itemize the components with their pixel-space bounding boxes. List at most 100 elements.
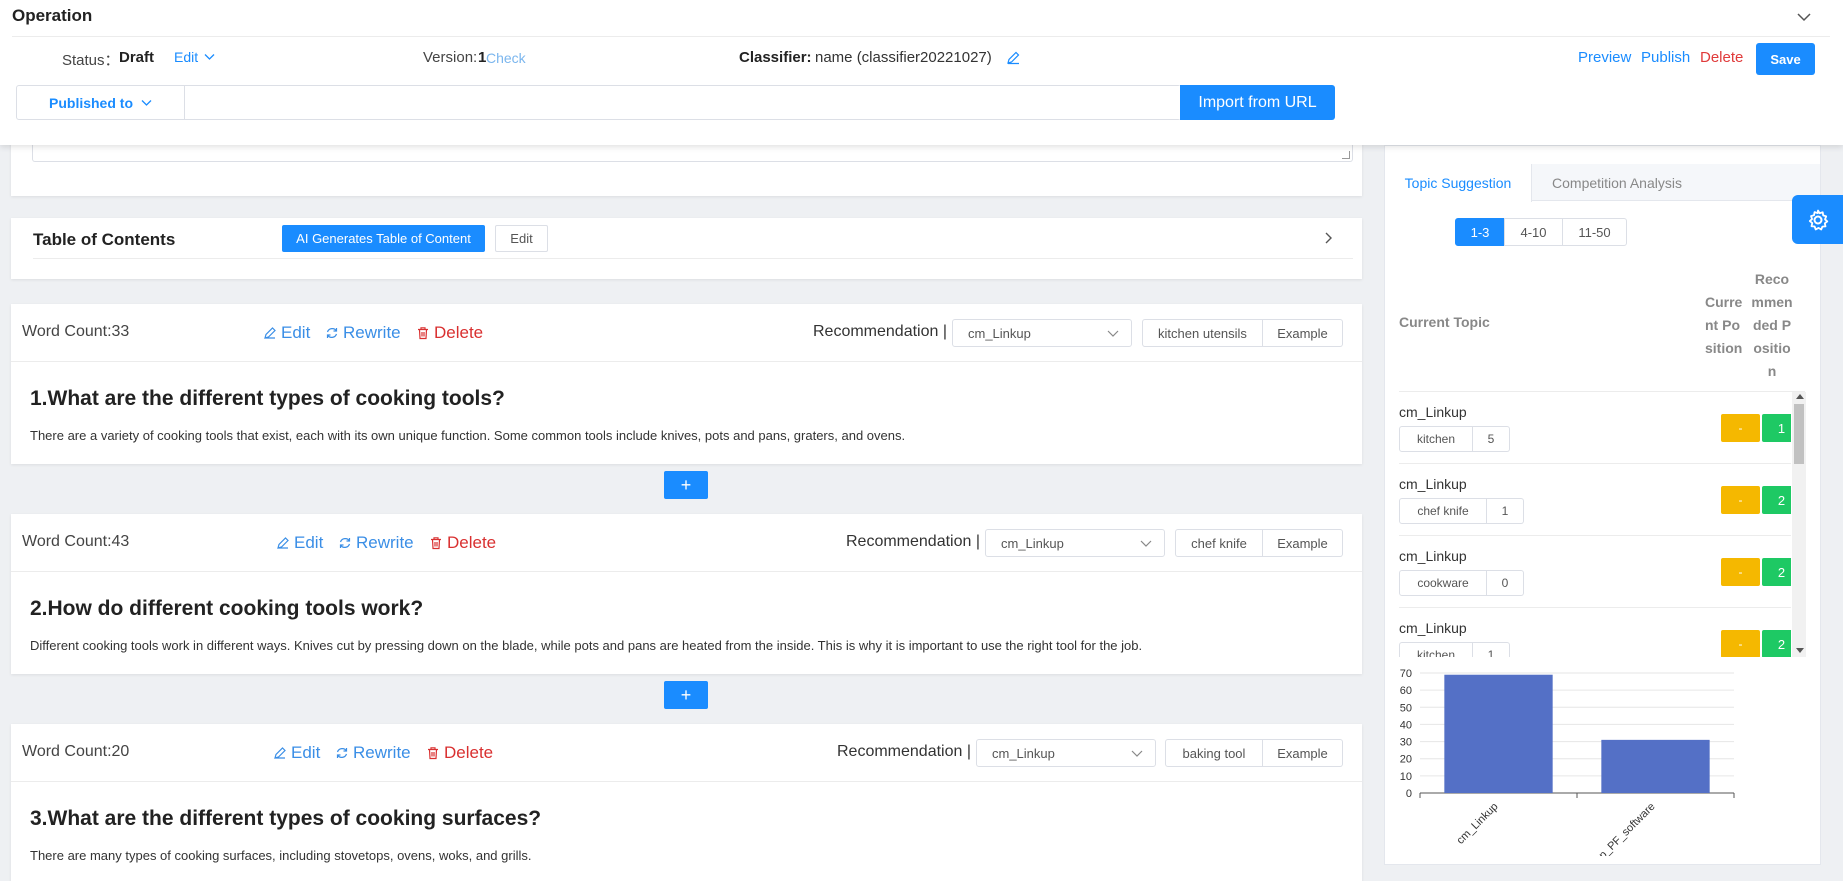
rewrite-button[interactable]: Rewrite [335,743,411,763]
edit-button[interactable]: Edit [263,323,310,343]
ai-generate-toc-button[interactable]: AI Generates Table of Content [282,225,485,252]
chevron-down-icon [204,54,215,60]
delete-button[interactable]: Delete [416,323,483,343]
delete-button[interactable]: Delete [429,533,496,553]
section-card: Word Count:43 Edit Rewrite Delete Recomm… [11,514,1362,674]
topic-count: 5 [1473,426,1510,452]
pen-icon [277,537,289,549]
operation-panel: Operation Status： Draft Edit Version: 1 … [0,0,1843,145]
section-header: Word Count:20 Edit Rewrite Delete Recomm… [11,724,1362,782]
analysis-panel: Topic Suggestion Competition Analysis 1-… [1384,145,1821,865]
published-to-label: Published to [49,94,133,111]
current-position: - [1721,486,1760,514]
pen-icon [264,327,276,339]
word-count: Word Count:33 [22,323,130,340]
section-title: 1.What are the different types of cookin… [30,387,505,410]
y-tick-label: 20 [1400,754,1412,766]
keyword-tag: chef knife [1175,529,1263,557]
rewrite-label: Rewrite [343,323,401,342]
status-edit-label: Edit [174,49,199,65]
edit-button[interactable]: Edit [273,743,320,763]
topic-row: cm_Linkup kitchen 5 - 1 [1399,392,1791,464]
delete-button[interactable]: Delete [426,743,493,763]
pen-icon[interactable] [1006,50,1021,65]
chevron-down-icon [141,99,152,106]
rewrite-label: Rewrite [356,533,414,552]
section-header: Word Count:43 Edit Rewrite Delete Recomm… [11,514,1362,572]
add-section-button[interactable]: + [664,681,708,709]
topic-name: cm_Linkup [1399,476,1467,492]
range-11-50[interactable]: 11-50 [1562,218,1627,246]
rewrite-icon [326,328,338,338]
settings-button[interactable] [1792,195,1843,244]
recommended-position: 2 [1762,630,1791,657]
preview-button[interactable]: Preview [1578,49,1631,66]
rewrite-button[interactable]: Rewrite [325,323,401,343]
recommendation-label: Recommendation | [837,743,971,760]
delete-label: Delete [447,533,497,552]
trash-icon [431,537,441,550]
edit-button[interactable]: Edit [276,533,323,553]
topic-bar-chart: 0 10 20 30 40 50 60 70 cm_Linkup sp_PF_software [1400,668,1735,856]
rewrite-icon [339,538,351,548]
scroll-down-icon[interactable] [1796,648,1804,653]
pen-icon [274,747,286,759]
recommendation-value: cm_Linkup [968,325,1031,341]
example-button[interactable]: Example [1263,529,1343,557]
publish-target-bar: Published to [16,85,1181,120]
tab-competition-analysis[interactable]: Competition Analysis [1532,164,1702,201]
topic-row: cm_Linkup kitchen 1 - 2 [1399,608,1791,657]
chevron-right-icon[interactable] [1321,231,1335,245]
recommendation-select[interactable]: cm_Linkup [976,739,1156,767]
x-tick-label: cm_Linkup [1455,801,1501,847]
recommended-position: 2 [1762,558,1791,586]
rewrite-button[interactable]: Rewrite [338,533,414,553]
status-value: Draft [119,49,155,66]
current-position: - [1721,630,1760,657]
table-of-contents-card: Table of Contents AI Generates Table of … [11,218,1362,279]
scroll-thumb[interactable] [1794,404,1804,464]
version-label: Version: [423,49,478,66]
range-4-10[interactable]: 4-10 [1504,218,1563,246]
y-tick-label: 0 [1406,788,1412,800]
import-from-url-button[interactable]: Import from URL [1180,85,1335,120]
check-link[interactable]: Check [486,50,526,66]
rewrite-icon [336,748,348,758]
topic-list-scrollbar[interactable] [1792,392,1806,657]
x-tick-label: sp_PF_software [1593,801,1658,856]
url-input[interactable] [186,86,1181,119]
recommended-position: 2 [1762,486,1791,514]
tab-topic-suggestion[interactable]: Topic Suggestion [1385,164,1532,202]
y-tick-label: 10 [1400,771,1412,783]
recommendation-label: Recommendation | [813,323,947,340]
divider [12,36,1830,37]
topic-keyword: chef knife [1399,498,1487,524]
toc-edit-button[interactable]: Edit [495,225,548,252]
edit-label: Edit [294,533,324,552]
topic-list: cm_Linkup kitchen 5 - 1 cm_Linkup chef k… [1399,392,1791,657]
section-card: Word Count:20 Edit Rewrite Delete Recomm… [11,724,1362,881]
topic-count: 0 [1487,570,1524,596]
recommendation-select[interactable]: cm_Linkup [952,319,1132,347]
save-button[interactable]: Save [1756,43,1815,75]
trash-icon [418,327,428,340]
add-section-button[interactable]: + [664,471,708,499]
range-1-3[interactable]: 1-3 [1455,218,1505,246]
classifier-label: Classifier: [739,49,812,66]
classifier-value: name (classifier20221027) [815,49,992,66]
topic-keyword: kitchen [1399,642,1473,657]
delete-button[interactable]: Delete [1700,49,1743,66]
page-title: Operation [12,6,93,25]
publish-button[interactable]: Publish [1641,49,1690,66]
topic-name: cm_Linkup [1399,548,1467,564]
collapse-chevron-icon[interactable] [1793,6,1815,28]
status-edit-dropdown[interactable]: Edit [174,49,215,65]
resize-handle[interactable] [1342,151,1350,159]
column-current-position: Current Position [1705,294,1743,356]
example-button[interactable]: Example [1263,739,1343,767]
published-to-select[interactable]: Published to [17,86,185,119]
scroll-up-icon[interactable] [1796,394,1804,399]
recommendation-select[interactable]: cm_Linkup [985,529,1165,557]
example-button[interactable]: Example [1263,319,1343,347]
section-body: Different cooking tools work in differen… [30,638,1143,653]
